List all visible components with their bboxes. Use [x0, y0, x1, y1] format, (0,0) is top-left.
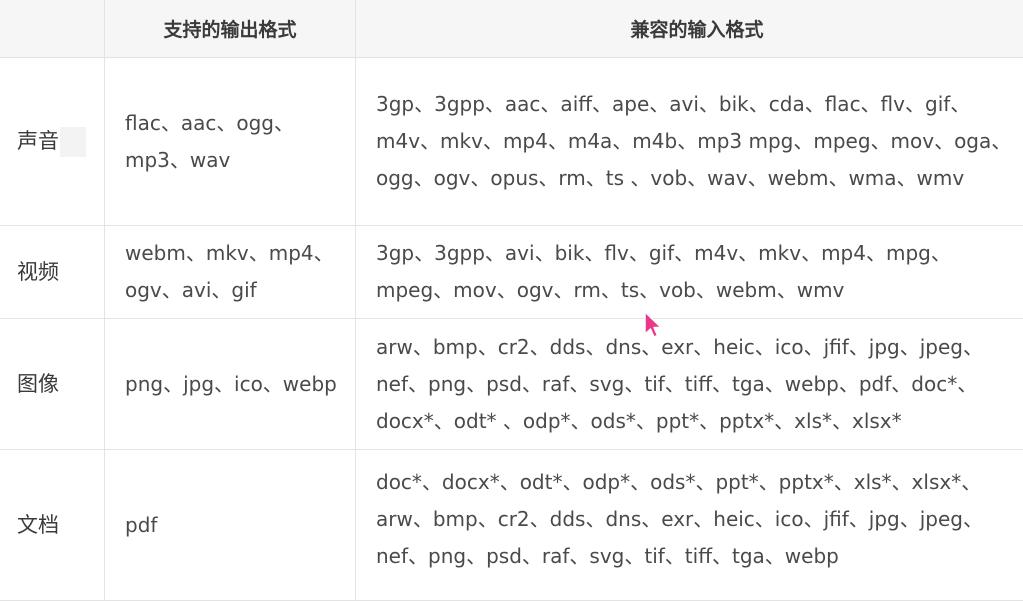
category-label: 声音 [17, 129, 59, 153]
input-formats-cell: 3gp、3gpp、aac、aiff、ape、avi、bik、cda、flac、f… [356, 58, 1023, 226]
format-table-container: 支持的输出格式 兼容的输入格式 声音 flac、aac、ogg、mp3、wav … [0, 0, 1023, 601]
header-output-formats: 支持的输出格式 [105, 0, 356, 58]
input-formats-cell: arw、bmp、cr2、dds、dns、exr、heic、ico、jfif、jp… [356, 319, 1023, 450]
category-cell-audio: 声音 [0, 58, 105, 226]
header-category [0, 0, 105, 58]
output-formats-cell: pdf [105, 450, 356, 601]
output-formats-cell: png、jpg、ico、webp [105, 319, 356, 450]
mouse-cursor-icon [643, 310, 665, 340]
header-input-formats: 兼容的输入格式 [356, 0, 1023, 58]
table-row-audio: 声音 flac、aac、ogg、mp3、wav 3gp、3gpp、aac、aif… [0, 58, 1023, 226]
blank-placeholder [60, 127, 86, 157]
input-formats-cell: doc*、docx*、odt*、odp*、ods*、ppt*、pptx*、xls… [356, 450, 1023, 601]
category-cell-image: 图像 [0, 319, 105, 450]
table-row-video: 视频 webm、mkv、mp4、ogv、avi、gif 3gp、3gpp、avi… [0, 226, 1023, 319]
table-header-row: 支持的输出格式 兼容的输入格式 [0, 0, 1023, 58]
format-support-table: 支持的输出格式 兼容的输入格式 声音 flac、aac、ogg、mp3、wav … [0, 0, 1023, 601]
table-row-document: 文档 pdf doc*、docx*、odt*、odp*、ods*、ppt*、pp… [0, 450, 1023, 601]
category-cell-video: 视频 [0, 226, 105, 319]
category-cell-document: 文档 [0, 450, 105, 601]
output-formats-cell: flac、aac、ogg、mp3、wav [105, 58, 356, 226]
input-formats-cell: 3gp、3gpp、avi、bik、flv、gif、m4v、mkv、mp4、mpg… [356, 226, 1023, 319]
output-formats-cell: webm、mkv、mp4、ogv、avi、gif [105, 226, 356, 319]
table-row-image: 图像 png、jpg、ico、webp arw、bmp、cr2、dds、dns、… [0, 319, 1023, 450]
